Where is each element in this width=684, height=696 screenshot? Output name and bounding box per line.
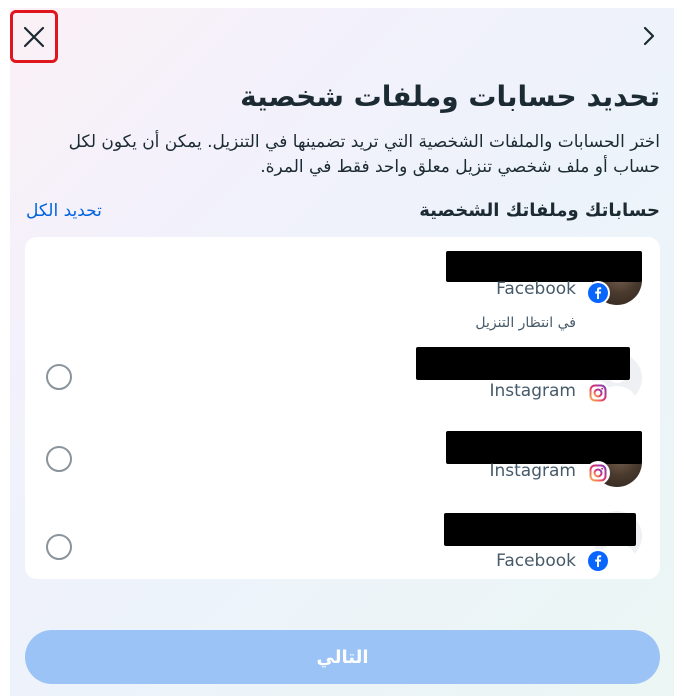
redacted-account-name [446,251,642,282]
account-radio[interactable] [46,446,72,472]
accounts-dialog: تحديد حسابات وملفات شخصية اختر الحسابات … [10,8,674,696]
download-status: في انتظار التنزيل [475,315,576,331]
select-all-link[interactable]: تحديد الكل [26,201,102,221]
account-item[interactable]: Instagram [25,431,660,503]
facebook-icon [588,551,608,571]
account-item[interactable]: Instagram [25,347,660,419]
instagram-badge [586,461,610,485]
redacted-account-name [416,347,630,380]
account-platform: Instagram [489,381,577,401]
facebook-badge [586,281,610,305]
account-platform: Instagram [489,461,577,481]
facebook-badge [586,549,610,573]
account-radio[interactable] [46,534,72,560]
dialog-description: اختر الحسابات والملفات الشخصية التي تريد… [68,132,660,177]
account-platform: Facebook [496,551,576,571]
close-icon [23,26,45,47]
redacted-account-name [444,513,636,546]
next-button[interactable]: التالي [25,630,660,684]
account-platform: Facebook [496,279,576,299]
instagram-icon [589,384,607,402]
redacted-account-name [446,431,642,464]
instagram-icon [589,464,607,482]
account-item: Facebook في انتظار التنزيل [25,249,660,337]
account-item[interactable]: Facebook [25,505,660,577]
account-radio[interactable] [46,364,72,390]
instagram-badge [586,381,610,405]
chevron-right-icon [643,26,655,46]
forward-button[interactable] [638,22,660,50]
section-title: حساباتك وملفاتك الشخصية [419,200,660,221]
facebook-icon [588,283,608,303]
accounts-list: Facebook في انتظار التنزيل Instagram Ins… [25,237,660,579]
close-button[interactable] [10,10,58,63]
dialog-title: تحديد حسابات وملفات شخصية [240,80,660,113]
